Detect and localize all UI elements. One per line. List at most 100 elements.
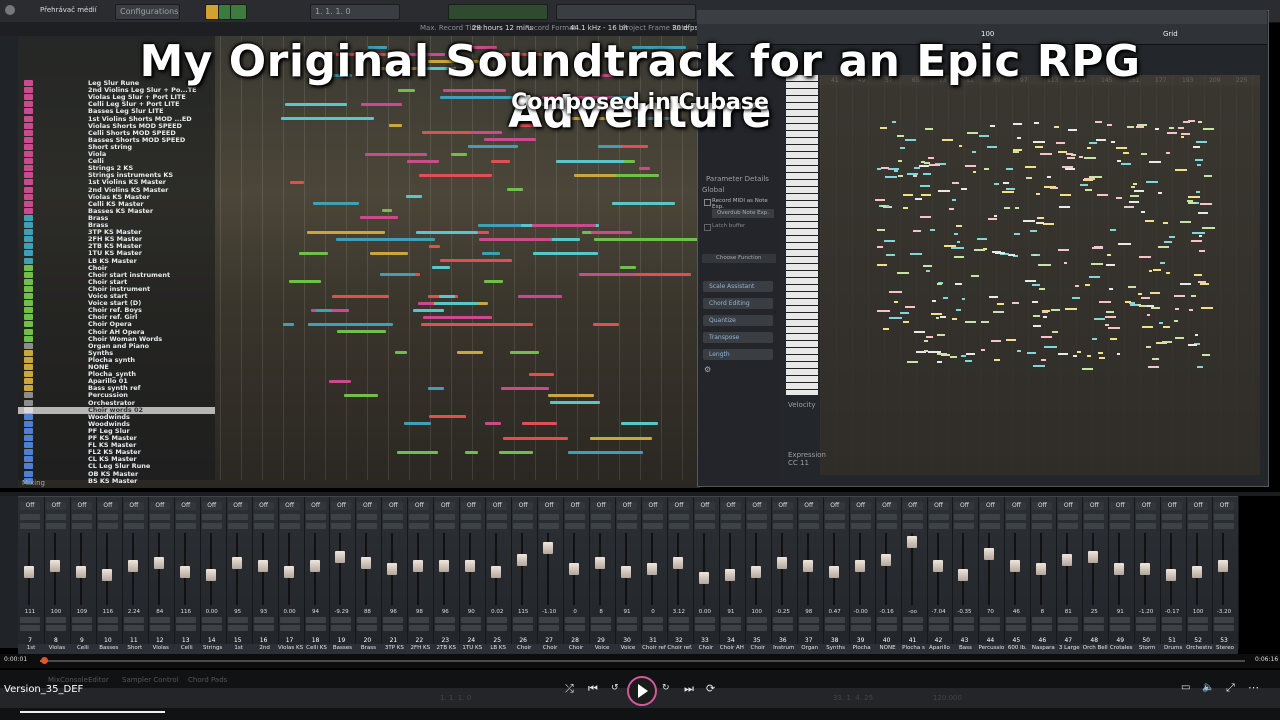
channel-button[interactable]	[1032, 617, 1053, 623]
midi-note[interactable]	[1196, 164, 1201, 167]
track-row[interactable]: PF Leg Slur	[18, 427, 215, 435]
midi-part[interactable]	[624, 159, 635, 163]
channel-button[interactable]	[1032, 514, 1053, 520]
channel-button[interactable]	[1084, 625, 1105, 631]
midi-note[interactable]	[1033, 253, 1038, 256]
channel-button[interactable]	[591, 523, 612, 529]
midi-part[interactable]	[484, 422, 501, 426]
channel-volume-value[interactable]: 8	[589, 609, 613, 615]
automation-off-button[interactable]: Off	[1032, 502, 1053, 510]
midi-part[interactable]	[501, 386, 549, 390]
midi-note[interactable]	[936, 283, 943, 286]
midi-part[interactable]	[555, 159, 627, 163]
fader-track[interactable]	[365, 533, 368, 605]
midi-part[interactable]	[547, 393, 595, 397]
midi-note[interactable]	[1200, 203, 1213, 206]
midi-part[interactable]	[628, 237, 701, 241]
channel-button[interactable]	[824, 617, 845, 623]
channel-button[interactable]	[253, 514, 274, 520]
midi-note[interactable]	[920, 184, 931, 187]
channel-button[interactable]	[1058, 625, 1079, 631]
track-row[interactable]: FL2 KS Master	[18, 449, 215, 456]
automation-off-button[interactable]: Off	[850, 502, 871, 510]
channel-volume-value[interactable]: 90	[459, 609, 483, 615]
midi-note[interactable]	[1128, 285, 1137, 288]
midi-part[interactable]	[315, 308, 332, 312]
fader-cap[interactable]	[646, 563, 657, 575]
configurations-dropdown[interactable]: Configurations	[115, 4, 180, 20]
channel-button[interactable]	[487, 617, 508, 623]
automation-off-button[interactable]: Off	[1136, 502, 1157, 510]
channel-name[interactable]: Plocha s	[901, 645, 927, 651]
midi-part[interactable]	[420, 322, 484, 326]
midi-note[interactable]	[1041, 359, 1046, 362]
automation-off-button[interactable]: Off	[227, 502, 248, 510]
fader-track[interactable]	[1066, 533, 1069, 605]
midi-note[interactable]	[881, 204, 886, 207]
track-row[interactable]: Strings instruments KS	[18, 172, 215, 179]
midi-note[interactable]	[1165, 152, 1170, 155]
midi-part[interactable]	[298, 251, 329, 255]
automation-off-button[interactable]: Off	[1110, 502, 1131, 510]
midi-note[interactable]	[1065, 167, 1076, 170]
midi-note[interactable]	[938, 189, 951, 192]
midi-note[interactable]	[1064, 307, 1077, 310]
midi-note[interactable]	[926, 269, 931, 272]
midi-part[interactable]	[282, 322, 295, 326]
track-row[interactable]: Strings 2 KS	[18, 165, 215, 172]
channel-volume-value[interactable]: -oo	[901, 609, 925, 615]
automation-off-button[interactable]: Off	[902, 502, 923, 510]
midi-part[interactable]	[521, 422, 557, 426]
midi-note[interactable]	[965, 352, 976, 355]
channel-name[interactable]: 3 Large	[1056, 645, 1082, 651]
midi-note[interactable]	[954, 233, 958, 236]
channel-button[interactable]	[201, 617, 222, 623]
channel-name[interactable]: Stereo	[1212, 645, 1238, 651]
midi-note[interactable]	[1195, 191, 1200, 194]
midi-note[interactable]	[1016, 350, 1022, 353]
midi-note[interactable]	[1194, 159, 1204, 162]
channel-button[interactable]	[123, 617, 144, 623]
chord-editing-section[interactable]: Chord Editing	[703, 298, 773, 309]
channel-button[interactable]	[305, 617, 326, 623]
channel-button[interactable]	[539, 617, 560, 623]
midi-note[interactable]	[1124, 206, 1134, 209]
midi-note[interactable]	[1202, 226, 1215, 229]
midi-part[interactable]	[344, 393, 379, 397]
channel-button[interactable]	[357, 514, 378, 520]
midi-note[interactable]	[1152, 269, 1161, 272]
channel-button[interactable]	[876, 523, 897, 529]
channel-button[interactable]	[149, 625, 170, 631]
choose-function-dropdown[interactable]: Choose Function	[702, 254, 776, 263]
midi-part[interactable]	[404, 422, 432, 426]
midi-part[interactable]	[550, 401, 601, 404]
channel-button[interactable]	[668, 514, 689, 520]
channel-name[interactable]: 2TB KS	[433, 645, 459, 651]
fader-cap[interactable]	[309, 560, 320, 572]
fader-cap[interactable]	[127, 560, 138, 572]
midi-note[interactable]	[893, 170, 899, 173]
midi-note[interactable]	[1140, 211, 1146, 214]
channel-volume-value[interactable]: -0.35	[952, 609, 976, 615]
miniplayer-icon[interactable]: ▭	[1181, 682, 1190, 693]
midi-note[interactable]	[1055, 142, 1066, 145]
channel-button[interactable]	[798, 625, 819, 631]
midi-note[interactable]	[990, 340, 1001, 343]
channel-button[interactable]	[487, 514, 508, 520]
channel-volume-value[interactable]: 25	[1082, 609, 1106, 615]
channel-button[interactable]	[928, 523, 949, 529]
channel-button[interactable]	[383, 514, 404, 520]
midi-note[interactable]	[1039, 288, 1045, 291]
channel-volume-value[interactable]: -7.04	[927, 609, 951, 615]
midi-note[interactable]	[972, 171, 976, 174]
midi-note[interactable]	[924, 350, 928, 353]
midi-part[interactable]	[574, 173, 617, 177]
track-row[interactable]: Choir	[18, 264, 215, 272]
play-toolbar-button[interactable]	[448, 4, 548, 20]
midi-part[interactable]	[481, 251, 500, 255]
fader-cap[interactable]	[1036, 563, 1047, 575]
fader-cap[interactable]	[231, 557, 242, 569]
channel-button[interactable]	[694, 625, 715, 631]
channel-button[interactable]	[1032, 523, 1053, 529]
fader-cap[interactable]	[750, 566, 761, 578]
